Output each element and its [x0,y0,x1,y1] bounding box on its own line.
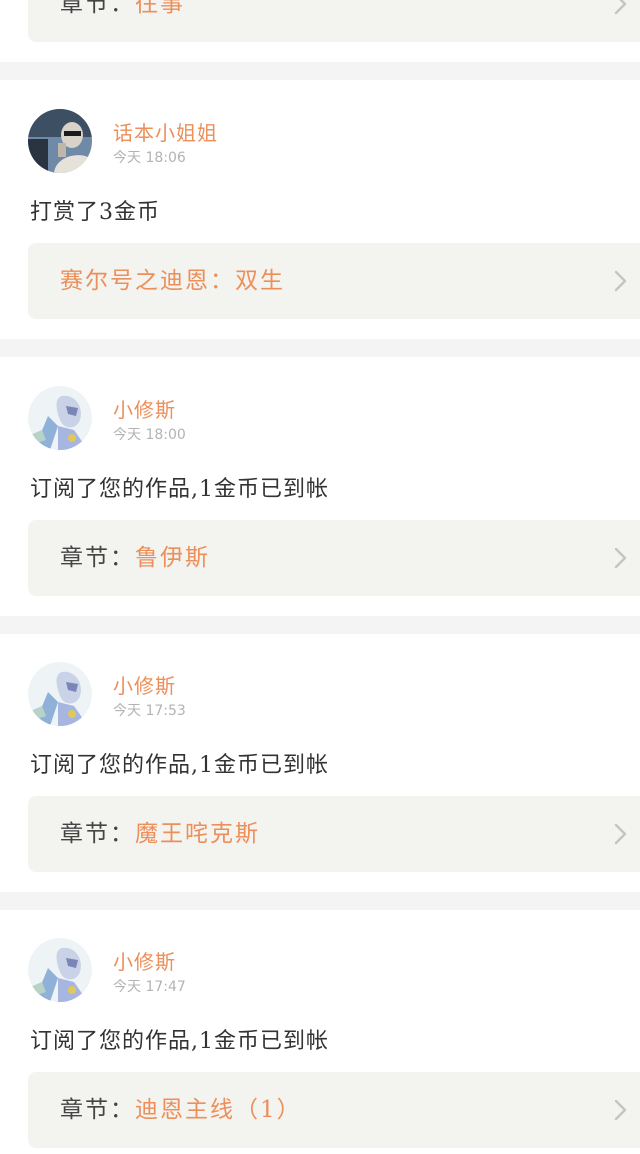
anime-character-avatar-icon [28,662,92,726]
notification-card: 小修斯 今天 18:00 订阅了您的作品,1金币已到帐 章节：鲁伊斯 [0,357,640,616]
chapter-link[interactable]: 章节：鲁伊斯 [28,520,640,596]
chapter-text: 章节：迪恩主线（1） [60,1094,302,1126]
chevron-right-icon [614,270,627,292]
anime-character-avatar-icon [28,938,92,1002]
notification-card-partial: 章节：往事 [0,0,640,62]
chapter-title: 赛尔号之迪恩：双生 [60,268,285,294]
chevron-right-icon [614,547,627,569]
anime-character-avatar-icon [28,386,92,450]
username[interactable]: 小修斯 [113,946,176,975]
chapter-title: 魔王咤克斯 [135,821,260,847]
chapter-prefix: 章节： [60,0,135,17]
username[interactable]: 小修斯 [113,670,176,699]
chevron-right-icon [614,823,627,845]
notification-message: 打赏了3金币 [30,200,160,225]
chapter-prefix: 章节： [60,545,135,571]
chapter-title: 往事 [135,0,185,17]
chapter-prefix: 章节： [60,821,135,847]
timestamp: 今天 17:53 [113,703,186,719]
avatar[interactable] [28,109,92,173]
notification-message: 订阅了您的作品,1金币已到帐 [30,753,329,778]
notification-card: 小修斯 今天 17:47 订阅了您的作品,1金币已到帐 章节：迪恩主线（1） [0,910,640,1154]
chevron-right-icon [614,1099,627,1121]
timestamp: 今天 18:00 [113,427,186,443]
chapter-text: 章节：魔王咤克斯 [60,818,260,850]
chapter-title: 迪恩主线（1） [135,1097,302,1123]
notification-message: 订阅了您的作品,1金币已到帐 [30,477,329,502]
notification-feed: 章节：往事 话本小姐姐 今天 18:06 打赏了3金币 赛尔号之迪恩：双生 小修… [0,0,640,1154]
chapter-link[interactable]: 章节：迪恩主线（1） [28,1072,640,1148]
notification-card: 小修斯 今天 17:53 订阅了您的作品,1金币已到帐 章节：魔王咤克斯 [0,634,640,892]
chapter-link[interactable]: 章节：魔王咤克斯 [28,796,640,872]
timestamp: 今天 17:47 [113,979,186,995]
chevron-right-icon [614,0,627,15]
avatar[interactable] [28,662,92,726]
notification-card: 话本小姐姐 今天 18:06 打赏了3金币 赛尔号之迪恩：双生 [0,80,640,339]
chapter-title: 鲁伊斯 [135,545,210,571]
person-photo-avatar-icon [28,109,92,173]
chapter-link[interactable]: 章节：往事 [28,0,640,42]
notification-message: 订阅了您的作品,1金币已到帐 [30,1029,329,1054]
timestamp: 今天 18:06 [113,150,186,166]
avatar[interactable] [28,938,92,1002]
avatar[interactable] [28,386,92,450]
chapter-prefix: 章节： [60,1097,135,1123]
chapter-text: 章节：鲁伊斯 [60,542,210,574]
chapter-text: 章节：往事 [60,0,185,20]
chapter-link[interactable]: 赛尔号之迪恩：双生 [28,243,640,319]
username[interactable]: 小修斯 [113,394,176,423]
chapter-text: 赛尔号之迪恩：双生 [60,265,285,297]
username[interactable]: 话本小姐姐 [113,117,218,146]
